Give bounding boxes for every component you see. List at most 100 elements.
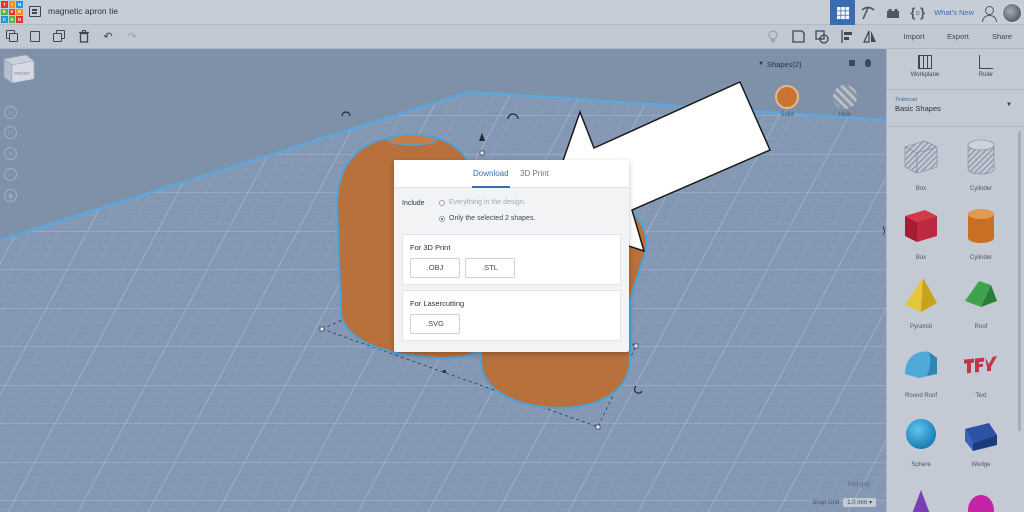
tab-download[interactable]: Download [473,169,509,178]
view-cube[interactable]: FRONT [0,49,36,85]
shape-text[interactable]: Text [951,340,1011,406]
stl-button[interactable]: .STL [465,258,515,278]
shape-box[interactable]: Box [891,202,951,268]
collapse-caret-icon[interactable]: ▼ [758,61,764,67]
export-dialog: Download 3D Print Include Everything in … [394,160,629,352]
trash-icon [79,30,89,43]
note-icon [791,30,805,43]
export-tabs: Download 3D Print [394,160,629,188]
mirror-icon [863,30,876,43]
home-view-button[interactable]: ⌂ [4,106,17,119]
undo-icon: ↶ [103,31,113,43]
ruler-button[interactable]: Ruler [963,53,1009,78]
design-list-icon[interactable] [29,6,41,17]
center-handle[interactable] [443,370,446,373]
edit-grid-link[interactable]: Edit grid [848,482,870,488]
shape-paraboloid[interactable] [951,478,1011,512]
align-button[interactable] [840,30,854,44]
hole-swatch[interactable] [833,85,857,109]
sphere-icon [906,419,936,449]
shape-sphere[interactable]: Sphere [891,409,951,475]
cylinder-icon [968,209,994,243]
paste-button[interactable] [29,30,43,44]
lasercutting-section: For Lasercutting .SVG [402,290,621,341]
share-button[interactable]: Share [980,25,1024,49]
hole-label: Hole [838,112,852,118]
shape-roof[interactable]: Roof [951,271,1011,337]
delete-button[interactable] [77,30,91,44]
obj-button[interactable]: .OBJ [410,258,460,278]
edit-toolbar: ↶ ↷ Import Export Share [0,25,1024,49]
shape-wedge[interactable]: Wedge [951,409,1011,475]
import-button[interactable]: Import [892,25,936,49]
text-shape-icon [964,356,997,374]
lock-icon[interactable] [849,60,855,66]
undo-button[interactable]: ↶ [101,30,115,44]
section-title: For 3D Print [410,243,451,252]
visibility-bulb-icon[interactable] [865,59,871,67]
library-provider: Tinkercad [895,97,917,103]
bricks-button[interactable] [880,0,905,25]
rotate-handle-icon[interactable] [341,111,351,117]
copy-button[interactable] [6,30,20,44]
solid-label: Solid [780,112,794,118]
shape-pyramid[interactable]: Pyramid [891,271,951,337]
shape-label: Cylinder [969,255,992,261]
group-button[interactable] [815,30,829,44]
svg-button[interactable]: .SVG [410,314,460,334]
pickaxe-button[interactable] [855,0,880,25]
radio-button[interactable] [439,199,445,206]
shape-box-hole[interactable]: Box [891,133,951,199]
shape-cone[interactable] [891,478,951,512]
design-title[interactable]: magnetic apron tie [48,6,118,16]
shape-cylinder-hole[interactable]: Cylinder [951,133,1011,199]
snap-grid-value: 1.0 mm [847,500,868,506]
add-user-icon[interactable] [980,4,998,22]
tinkercad-logo[interactable]: T I N K E R C A D [1,1,23,23]
light-button[interactable] [766,30,780,44]
resize-handle[interactable] [319,326,325,332]
export-button[interactable]: Export [936,25,980,49]
fit-view-button[interactable]: □ [4,126,17,139]
shape-cylinder[interactable]: Cylinder [951,202,1011,268]
pyramid-icon [905,278,937,312]
redo-button[interactable]: ↷ [125,30,139,44]
home-icon: ⌂ [8,108,13,117]
duplicate-button[interactable] [53,30,67,44]
shape-label: Round Roof [904,393,938,399]
include-everything-option[interactable]: Everything in the design. [439,199,526,206]
zoom-in-button[interactable]: + [4,147,17,160]
resize-handle[interactable] [633,343,639,349]
shape-inspector: ▼ Shapes(2) Solid Hole [754,54,886,124]
top-bar: T I N K E R C A D magnetic apron tie {▫}… [0,0,1024,25]
resize-handle[interactable] [595,424,601,430]
active-tab-indicator [472,186,510,188]
zoom-out-button[interactable]: − [4,168,17,181]
workplane-button[interactable]: Workplane [902,53,948,78]
cube-icon: ◈ [7,191,14,200]
align-icon [840,30,852,43]
mirror-button[interactable] [863,30,877,44]
radio-button[interactable] [439,215,445,222]
solid-color-swatch[interactable] [775,85,799,109]
avatar[interactable] [1002,2,1022,23]
tab-3d-print[interactable]: 3D Print [520,169,549,178]
shape-round-roof[interactable]: Round Roof [891,340,951,406]
codeblocks-button[interactable]: {▫} [905,0,930,25]
view-cube-label: FRONT [14,71,30,76]
shape-label: Cylinder [969,186,992,192]
ortho-view-button[interactable]: ◈ [4,189,17,202]
snap-grid-select[interactable]: 1.0 mm ▾ [843,498,876,507]
shape-library-select[interactable]: Tinkercad Basic Shapes ▼ [887,89,1024,127]
panel-scrollbar[interactable] [1018,131,1021,431]
include-selected-option[interactable]: Only the selected 2 shapes. [439,215,535,222]
duplicate-icon-front [53,33,62,42]
3d-view-button[interactable] [830,0,856,25]
logo-cell: A [8,16,16,23]
whats-new-link[interactable]: What's New [930,8,980,17]
logo-cell: D [16,16,23,23]
note-button[interactable] [791,30,805,44]
height-handle[interactable] [479,150,485,156]
option-label: Only the selected 2 shapes. [449,215,536,222]
wedge-icon [965,423,997,451]
